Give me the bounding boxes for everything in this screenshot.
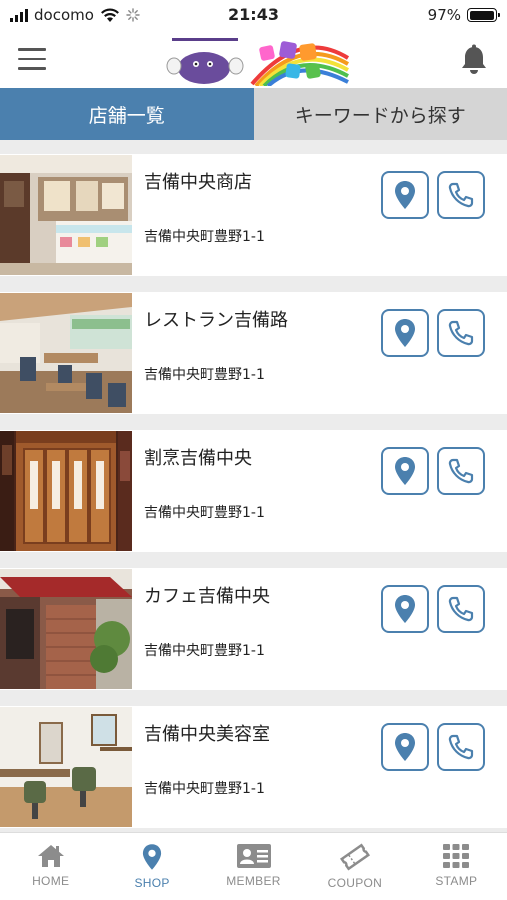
nav-label: SHOP (134, 876, 170, 890)
grid-icon (443, 844, 470, 868)
nav-label: MEMBER (226, 874, 281, 888)
map-button[interactable] (381, 447, 429, 495)
tab-shop-list[interactable]: 店舗一覧 (0, 88, 254, 140)
map-pin-icon (395, 457, 415, 485)
map-pin-icon (395, 319, 415, 347)
phone-button[interactable] (437, 447, 485, 495)
shop-address: 吉備中央町豊野1-1 (144, 781, 265, 797)
phone-button[interactable] (437, 723, 485, 771)
phone-icon (448, 182, 474, 208)
bell-icon[interactable] (459, 44, 489, 76)
map-pin-icon (395, 595, 415, 623)
map-button[interactable] (381, 171, 429, 219)
nav-label: COUPON (327, 876, 383, 890)
nav-stamp[interactable]: STAMP (406, 833, 507, 900)
list-item[interactable]: 吉備中央商店 吉備中央町豊野1-1 (0, 154, 507, 276)
shop-photo (0, 569, 132, 689)
phone-icon (448, 596, 474, 622)
shop-photo (0, 431, 132, 551)
map-button[interactable] (381, 309, 429, 357)
shop-tabs: 店舗一覧 キーワードから探す (0, 88, 507, 140)
map-pin-icon (395, 181, 415, 209)
shop-address: 吉備中央町豊野1-1 (144, 367, 265, 383)
list-item[interactable]: カフェ吉備中央 吉備中央町豊野1-1 (0, 568, 507, 690)
tab-keyword-search[interactable]: キーワードから探す (253, 88, 507, 140)
home-icon (37, 845, 64, 867)
map-pin-icon (143, 844, 162, 870)
shop-list: 吉備中央商店 吉備中央町豊野1-1 レストラン吉備路 吉備中央町豊野1-1 割烹… (0, 154, 507, 844)
phone-button[interactable] (437, 585, 485, 633)
hamburger-icon[interactable] (18, 48, 46, 70)
list-item[interactable]: 割烹吉備中央 吉備中央町豊野1-1 (0, 430, 507, 552)
shop-name: 吉備中央美容室 (144, 724, 270, 745)
list-item[interactable]: 吉備中央美容室 吉備中央町豊野1-1 (0, 706, 507, 828)
shop-address: 吉備中央町豊野1-1 (144, 229, 265, 245)
battery-icon (467, 8, 500, 22)
shop-name: レストラン吉備路 (144, 310, 288, 331)
shop-name: カフェ吉備中央 (144, 586, 270, 607)
coupon-icon (339, 843, 370, 871)
shop-photo (0, 707, 132, 827)
list-item[interactable]: レストラン吉備路 吉備中央町豊野1-1 (0, 292, 507, 414)
member-card-icon (236, 844, 271, 868)
nav-label: HOME (32, 874, 70, 888)
nav-member[interactable]: MEMBER (203, 833, 304, 900)
nav-shop[interactable]: SHOP (101, 833, 202, 900)
bottom-nav: HOME SHOP MEMBER COUPON STAMP (0, 832, 507, 900)
phone-icon (448, 320, 474, 346)
nav-coupon[interactable]: COUPON (304, 833, 405, 900)
phone-icon (448, 734, 474, 760)
nav-label: STAMP (435, 874, 478, 888)
app-header (0, 30, 507, 88)
shop-name: 吉備中央商店 (144, 172, 252, 193)
phone-icon (448, 458, 474, 484)
shop-photo (0, 155, 132, 275)
map-button[interactable] (381, 723, 429, 771)
battery-percent: 97% (427, 6, 461, 24)
shop-name: 割烹吉備中央 (144, 448, 252, 469)
phone-button[interactable] (437, 171, 485, 219)
status-bar: docomo 21:43 97% (0, 0, 507, 30)
nav-home[interactable]: HOME (0, 833, 101, 900)
shop-address: 吉備中央町豊野1-1 (144, 505, 265, 521)
map-button[interactable] (381, 585, 429, 633)
app-logo (166, 36, 350, 86)
shop-address: 吉備中央町豊野1-1 (144, 643, 265, 659)
shop-photo (0, 293, 132, 413)
map-pin-icon (395, 733, 415, 761)
phone-button[interactable] (437, 309, 485, 357)
